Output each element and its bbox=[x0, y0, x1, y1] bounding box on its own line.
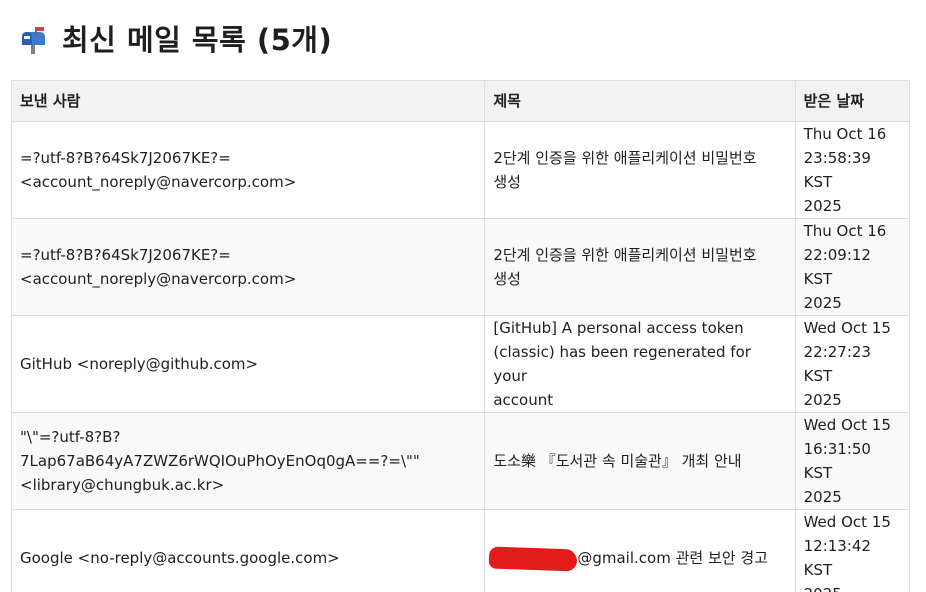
subject-text: 도소樂 『도서관 속 미술관』 개최 안내 bbox=[493, 452, 742, 470]
page: 최신 메일 목록 (5개) 보낸 사람 제목 받은 날짜 =?utf-8?B?6… bbox=[0, 0, 926, 592]
table-row[interactable]: Google <no-reply@accounts.google.com> @g… bbox=[10, 509, 911, 592]
table-row[interactable]: GitHub <noreply@github.com> [GitHub] A p… bbox=[10, 315, 911, 413]
sender-cell: Google <no-reply@accounts.google.com> bbox=[10, 509, 486, 592]
subject-cell[interactable]: @gmail.com 관련 보안 경고 bbox=[484, 509, 796, 592]
sender-text: GitHub <noreply@github.com> bbox=[20, 355, 259, 373]
table-row[interactable]: =?utf-8?B?64Sk7J2067KE?= <account_norepl… bbox=[10, 121, 911, 219]
date-text: Wed Oct 15 22:27:23 KST 2025 bbox=[803, 319, 891, 409]
column-header-date: 받은 날짜 bbox=[794, 80, 911, 122]
sender-text: =?utf-8?B?64Sk7J2067KE?= <account_norepl… bbox=[20, 246, 297, 288]
sender-cell: =?utf-8?B?64Sk7J2067KE?= <account_norepl… bbox=[10, 218, 486, 316]
sender-cell: GitHub <noreply@github.com> bbox=[10, 315, 486, 413]
subject-cell[interactable]: 도소樂 『도서관 속 미술관』 개최 안내 bbox=[484, 412, 796, 510]
date-cell: Wed Oct 15 16:31:50 KST 2025 bbox=[794, 412, 911, 510]
subject-cell[interactable]: 2단계 인증을 위한 애플리케이션 비밀번호 생성 bbox=[484, 121, 796, 219]
date-text: Wed Oct 15 12:13:42 KST 2025 bbox=[803, 513, 891, 592]
mailbox-icon bbox=[18, 25, 48, 55]
date-text: Thu Oct 16 23:58:39 KST 2025 bbox=[803, 125, 887, 215]
subject-text: [GitHub] A personal access token (classi… bbox=[493, 319, 751, 409]
column-header-sender: 보낸 사람 bbox=[10, 80, 486, 122]
sender-text: "\"=?utf-8?B? 7Lap67aB64yA7ZWZ6rWQIOuPhO… bbox=[20, 428, 420, 494]
title-row: 최신 메일 목록 (5개) bbox=[18, 16, 332, 64]
subject-text: 2단계 인증을 위한 애플리케이션 비밀번호 생성 bbox=[493, 246, 757, 288]
date-cell: Thu Oct 16 23:58:39 KST 2025 bbox=[794, 121, 911, 219]
sender-cell: "\"=?utf-8?B? 7Lap67aB64yA7ZWZ6rWQIOuPhO… bbox=[10, 412, 486, 510]
sender-text: =?utf-8?B?64Sk7J2067KE?= <account_norepl… bbox=[20, 149, 297, 191]
page-title: 최신 메일 목록 (5개) bbox=[62, 23, 333, 57]
mail-table: 보낸 사람 제목 받은 날짜 =?utf-8?B?64Sk7J2067KE?= … bbox=[10, 80, 911, 592]
date-text: Wed Oct 15 16:31:50 KST 2025 bbox=[803, 416, 891, 506]
sender-cell: =?utf-8?B?64Sk7J2067KE?= <account_norepl… bbox=[10, 121, 486, 219]
subject-cell[interactable]: 2단계 인증을 위한 애플리케이션 비밀번호 생성 bbox=[484, 218, 796, 316]
subject-cell[interactable]: [GitHub] A personal access token (classi… bbox=[484, 315, 796, 413]
date-cell: Wed Oct 15 12:13:42 KST 2025 bbox=[794, 509, 911, 592]
table-header-row: 보낸 사람 제목 받은 날짜 bbox=[10, 80, 911, 122]
sender-text: Google <no-reply@accounts.google.com> bbox=[20, 549, 340, 567]
date-text: Thu Oct 16 22:09:12 KST 2025 bbox=[803, 222, 887, 312]
date-cell: Thu Oct 16 22:09:12 KST 2025 bbox=[794, 218, 911, 316]
subject-text: 2단계 인증을 위한 애플리케이션 비밀번호 생성 bbox=[493, 149, 757, 191]
date-cell: Wed Oct 15 22:27:23 KST 2025 bbox=[794, 315, 911, 413]
subject-text: @gmail.com 관련 보안 경고 bbox=[577, 549, 768, 567]
table-row[interactable]: =?utf-8?B?64Sk7J2067KE?= <account_norepl… bbox=[10, 218, 911, 316]
column-header-subject: 제목 bbox=[484, 80, 796, 122]
redaction-mark bbox=[488, 545, 578, 572]
table-row[interactable]: "\"=?utf-8?B? 7Lap67aB64yA7ZWZ6rWQIOuPhO… bbox=[10, 412, 911, 510]
